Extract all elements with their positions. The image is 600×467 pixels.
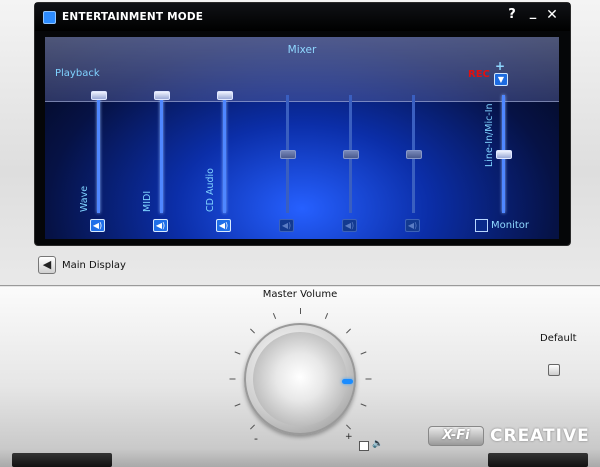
- mixer-screen: ENTERTAINMENT MODE ? _ ✕ Mixer Playback …: [34, 2, 571, 246]
- main-display-back-button[interactable]: ◀: [38, 256, 56, 274]
- default-button[interactable]: [548, 364, 560, 376]
- channel-mute-button[interactable]: ◀): [342, 219, 357, 232]
- mixer-title: Mixer: [287, 44, 317, 56]
- playback-label: Playback: [55, 68, 100, 79]
- minimize-button[interactable]: _: [524, 5, 542, 20]
- dial-tick: [346, 424, 352, 430]
- channel-volume-slider[interactable]: [217, 91, 233, 100]
- speaker-icon: 🔈: [372, 439, 384, 449]
- dial-tick: [300, 308, 301, 314]
- plus-icon[interactable]: +: [495, 59, 505, 73]
- channel-volume-slider[interactable]: [496, 150, 512, 159]
- xfi-logo: X-Fi: [428, 426, 484, 446]
- channel-mute-button[interactable]: ◀): [90, 219, 105, 232]
- dial-tick: [229, 378, 236, 380]
- channel-mute-button[interactable]: ◀): [279, 219, 294, 232]
- right-foot: [488, 453, 588, 467]
- dial-tick: [365, 378, 372, 380]
- channel-volume-slider[interactable]: [406, 150, 422, 159]
- dial-tick: [324, 313, 329, 320]
- app-icon: [43, 11, 56, 24]
- brand-logo: X-Fi CREATIVE: [428, 423, 590, 449]
- mixer-panel: Mixer Playback REC + ▼ Wave ◀) MIDI ◀) CD Au…: [45, 37, 559, 239]
- dial-tick: [234, 351, 241, 355]
- channel-mute-button[interactable]: ◀): [216, 219, 231, 232]
- master-volume-section: Master Volume - + 🔈 Default X-Fi CREATIV…: [0, 287, 600, 467]
- default-label: Default: [540, 333, 577, 344]
- master-volume-dial: [229, 297, 372, 437]
- channel-label: CD Audio: [205, 168, 216, 212]
- left-foot: [12, 453, 112, 467]
- master-volume-knob[interactable]: [253, 332, 347, 426]
- dial-tick: [249, 424, 255, 430]
- rec-label: REC: [468, 69, 490, 80]
- channel-volume-slider[interactable]: [343, 150, 359, 159]
- knob-indicator-led: [342, 379, 353, 384]
- channel-label: Wave: [79, 185, 90, 212]
- entertainment-mode-window: ENTERTAINMENT MODE ? _ ✕ Mixer Playback …: [0, 0, 600, 467]
- channel-track: [223, 95, 226, 213]
- window-title: ENTERTAINMENT MODE: [62, 11, 204, 23]
- channel-track: [97, 95, 100, 213]
- dial-tick: [249, 328, 255, 334]
- help-button[interactable]: ?: [503, 7, 521, 22]
- main-display-label: Main Display: [62, 260, 126, 271]
- channel-track: [160, 95, 163, 213]
- channel-volume-slider[interactable]: [91, 91, 107, 100]
- channel-volume-slider[interactable]: [154, 91, 170, 100]
- close-button[interactable]: ✕: [543, 7, 561, 23]
- dial-tick: [346, 328, 352, 334]
- channel-mute-button[interactable]: ◀): [153, 219, 168, 232]
- title-bar: ENTERTAINMENT MODE ? _ ✕: [35, 3, 570, 31]
- channel-volume-slider[interactable]: [280, 150, 296, 159]
- volume-plus-label: +: [345, 432, 353, 442]
- channel-label: MIDI: [142, 190, 153, 212]
- dial-tick: [360, 351, 367, 355]
- dial-tick: [234, 403, 241, 407]
- channel-label: Line-In/Mic-In: [484, 103, 495, 167]
- rec-source-dropdown-icon[interactable]: ▼: [494, 73, 508, 86]
- channel-mute-button[interactable]: ◀): [405, 219, 420, 232]
- creative-logo: CREATIVE: [490, 426, 590, 446]
- dial-tick: [360, 403, 367, 407]
- monitor-label: Monitor: [491, 220, 530, 231]
- dial-tick: [272, 313, 277, 320]
- monitor-checkbox[interactable]: [475, 219, 488, 232]
- top-frame: ENTERTAINMENT MODE ? _ ✕ Mixer Playback …: [0, 0, 600, 286]
- volume-minus-label: -: [254, 432, 258, 445]
- master-mute-checkbox[interactable]: [359, 441, 369, 451]
